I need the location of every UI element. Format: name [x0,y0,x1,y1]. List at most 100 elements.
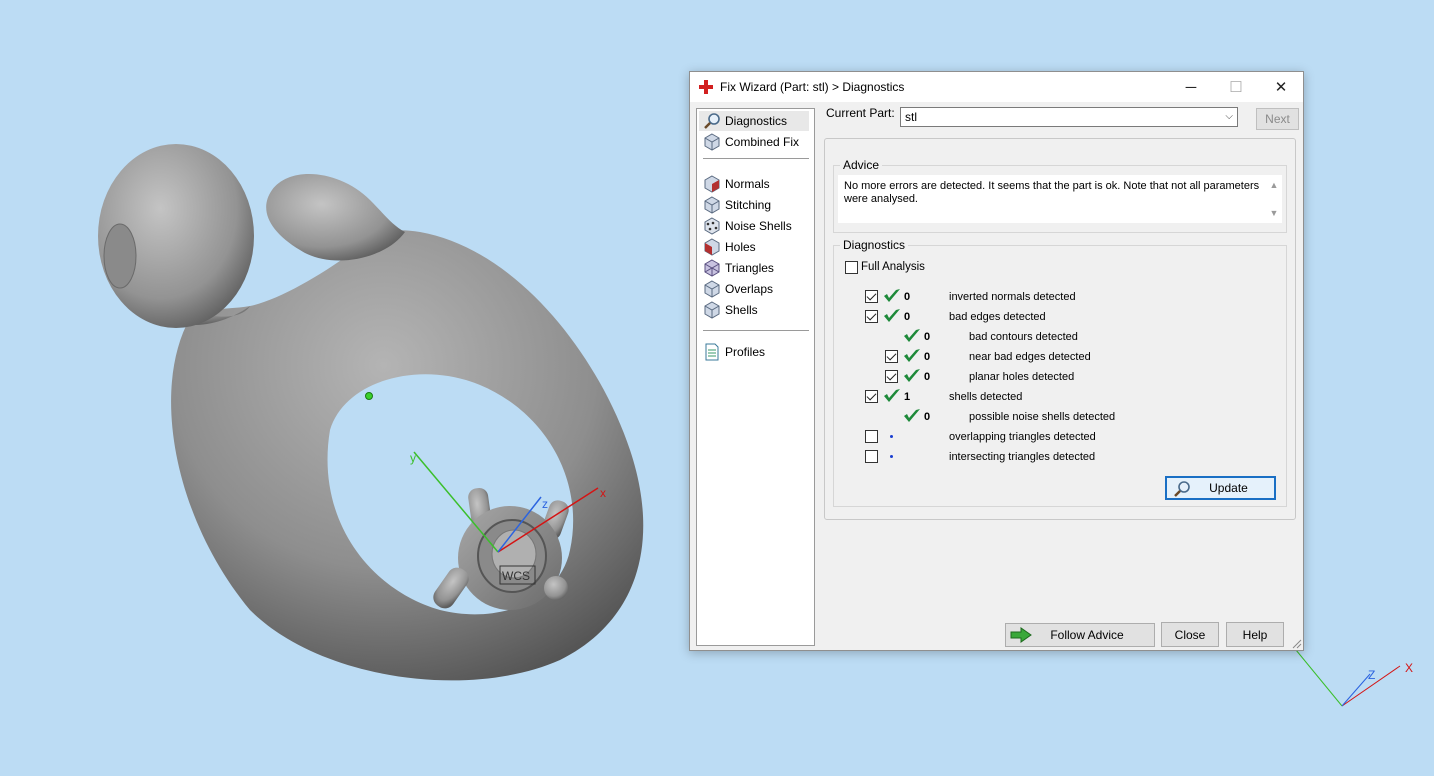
not-analysed-dot-icon [890,455,893,458]
model-ring-body [171,230,644,681]
help-button[interactable]: Help [1226,622,1284,647]
scroll-down-icon[interactable]: ▼ [1268,207,1280,219]
nav-label: Normals [725,177,770,191]
overlaps-cube-icon [704,280,720,298]
advice-title: Advice [840,158,883,172]
nav-label: Combined Fix [725,135,800,149]
overlapping-triangles-checkbox[interactable] [865,430,878,443]
nav-divider [703,330,809,331]
magnifier-icon [704,113,720,129]
close-window-button[interactable]: ✕ [1259,72,1303,102]
nav-item-stitching[interactable]: Stitching [699,195,809,215]
window-title: Fix Wizard (Part: stl) > Diagnostics [720,80,905,94]
nav-label: Noise Shells [725,219,792,233]
stitching-cube-icon [704,196,720,214]
update-label: Update [1209,481,1248,495]
next-button[interactable]: Next [1256,108,1299,130]
maximize-button[interactable]: ☐ [1214,72,1258,102]
shells-checkbox[interactable] [865,390,878,403]
nav-label: Shells [725,303,758,317]
mini-axis-z-label: Z [1368,668,1375,682]
follow-advice-label: Follow Advice [1050,628,1124,642]
follow-advice-button[interactable]: Follow Advice [1005,623,1155,647]
green-check-icon [904,409,920,422]
cube-icon [704,133,720,151]
near-bad-edges-count: 0 [924,351,931,363]
intersecting-triangles-checkbox[interactable] [865,450,878,463]
diagnostics-title: Diagnostics [840,238,909,252]
near-bad-edges-label: near bad edges detected [969,351,1091,363]
shells-label: shells detected [949,391,1023,403]
advice-group: Advice No more errors are detected. It s… [833,158,1287,233]
close-button[interactable]: Close [1161,622,1219,647]
bad-contours-count: 0 [924,331,931,343]
green-arrow-icon [1010,627,1032,643]
advice-text: No more errors are detected. It seems th… [844,180,1260,205]
green-check-icon [904,329,920,342]
nav-label: Overlaps [725,282,774,296]
not-analysed-dot-icon [890,435,893,438]
scroll-up-icon[interactable]: ▲ [1268,179,1280,191]
nav-label: Holes [725,240,756,254]
triangles-cube-icon [704,259,720,277]
advice-text-box[interactable]: No more errors are detected. It seems th… [838,175,1282,223]
nav-label: Diagnostics [725,114,788,128]
near-bad-edges-checkbox[interactable] [885,350,898,363]
magnifier-icon [1174,481,1190,497]
title-bar[interactable]: Fix Wizard (Part: stl) > Diagnostics ─ ☐… [690,72,1303,102]
inverted-normals-count: 0 [904,291,911,303]
planar-holes-checkbox[interactable] [885,370,898,383]
nav-item-shells[interactable]: Shells [699,300,809,320]
current-part-value: stl [905,110,917,124]
minimize-button[interactable]: ─ [1169,72,1213,102]
green-check-icon [884,289,900,302]
nav-item-profiles[interactable]: Profiles [699,342,809,362]
axis-y-label: y [410,451,416,465]
overlapping-triangles-label: overlapping triangles detected [949,431,1096,443]
nav-item-normals[interactable]: Normals [699,174,809,194]
intersecting-triangles-label: intersecting triangles detected [949,451,1096,463]
resize-grip-icon[interactable] [1290,637,1302,649]
green-check-icon [904,369,920,382]
wcs-label: WCS [502,569,530,583]
mini-axis-x-label: X [1405,661,1413,675]
nav-item-triangles[interactable]: Triangles [699,258,809,278]
inverted-normals-label: inverted normals detected [949,291,1076,303]
normals-cube-icon [704,175,720,193]
noise-shells-count: 0 [924,411,931,423]
green-check-icon [884,309,900,322]
planar-holes-count: 0 [924,371,931,383]
current-part-label: Current Part: [826,106,895,120]
holes-cube-icon [704,238,720,256]
noise-shells-label: possible noise shells detected [969,411,1116,423]
mini-axis-triad: X Z [1295,649,1413,707]
update-button[interactable]: Update [1165,476,1276,500]
wizard-nav: Diagnostics Combined Fix Normals Stitchi… [696,108,815,646]
nav-item-holes[interactable]: Holes [699,237,809,257]
axis-x-label: x [600,486,606,500]
inverted-normals-checkbox[interactable] [865,290,878,303]
pivot-point[interactable] [365,392,373,400]
full-analysis-label: Full Analysis [861,261,925,273]
nav-item-overlaps[interactable]: Overlaps [699,279,809,299]
bad-contours-label: bad contours detected [969,331,1078,343]
document-icon [705,343,719,361]
3d-model[interactable] [98,144,644,681]
bad-edges-label: bad edges detected [949,311,1046,323]
fix-wizard-dialog: Fix Wizard (Part: stl) > Diagnostics ─ ☐… [689,71,1304,651]
full-analysis-checkbox[interactable] [845,261,858,274]
noise-shells-icon [704,217,720,235]
current-part-select[interactable]: stl ⌵ [900,107,1238,127]
bad-edges-checkbox[interactable] [865,310,878,323]
shells-count: 1 [904,391,911,403]
nav-item-diagnostics[interactable]: Diagnostics [699,111,809,131]
nav-divider [703,158,809,159]
nav-item-combined-fix[interactable]: Combined Fix [699,132,809,152]
chevron-down-icon: ⌵ [1225,111,1233,122]
model-knob-left-face [103,223,137,289]
nav-item-noise-shells[interactable]: Noise Shells [699,216,809,236]
model-knob-right [266,173,405,261]
main-panel: Advice No more errors are detected. It s… [824,138,1296,520]
nav-label: Profiles [725,345,766,359]
green-check-icon [904,349,920,362]
